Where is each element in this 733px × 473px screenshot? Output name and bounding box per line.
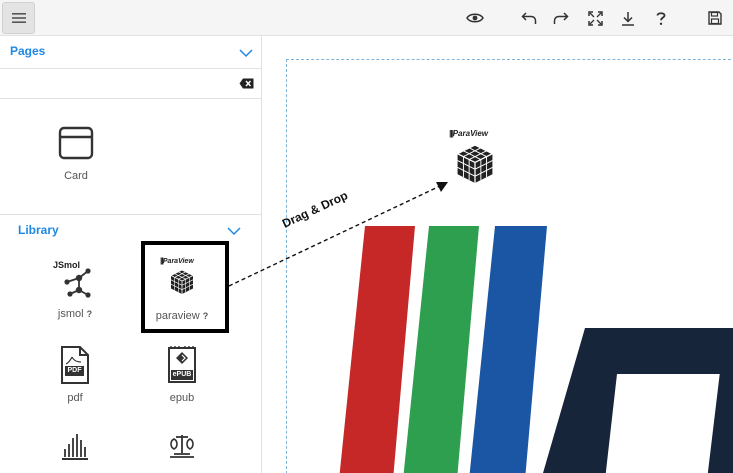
download-icon	[622, 11, 634, 26]
epub-file-icon	[168, 346, 196, 383]
help-icon	[656, 11, 666, 25]
undo-icon	[521, 12, 537, 24]
library-item-label: epub	[169, 392, 195, 404]
balance-icon	[170, 435, 194, 458]
drag-source-highlight	[141, 241, 229, 333]
block-search-field[interactable]	[0, 68, 261, 99]
paraview-logo-image	[339, 226, 733, 473]
library-item-label: jsmol	[57, 308, 84, 320]
pages-section-title: Pages	[10, 44, 46, 58]
save-icon	[708, 11, 722, 25]
library-item-balance[interactable]	[137, 433, 227, 461]
preview-button[interactable]	[466, 9, 484, 27]
library-item-label-row: jsmol ?	[30, 308, 120, 320]
menu-button[interactable]	[2, 2, 35, 34]
help-button[interactable]	[652, 9, 670, 27]
molecule-icon	[64, 268, 91, 298]
download-button[interactable]	[619, 9, 637, 27]
library-item-spectrum[interactable]	[30, 433, 120, 461]
clear-icon[interactable]	[239, 78, 254, 89]
library-section-title: Library	[18, 223, 59, 237]
spectrum-icon	[62, 434, 88, 460]
dropped-paraview-block[interactable]: |||ParaView	[449, 129, 509, 189]
pages-section-header[interactable]: Pages	[0, 36, 261, 66]
library-item-jsmol[interactable]: JSmol jsmol ?	[30, 260, 120, 320]
pdf-icon-text: PDF	[67, 367, 82, 374]
redo-icon	[553, 12, 569, 24]
menu-icon	[11, 13, 26, 23]
library-item-pdf[interactable]: PDF pdf	[30, 345, 120, 404]
dropped-logo-text: |||ParaView	[449, 129, 488, 138]
fullscreen-button[interactable]	[586, 9, 604, 27]
section-divider	[0, 214, 261, 215]
page-item-card[interactable]: Card	[46, 126, 106, 182]
fullscreen-icon	[587, 10, 603, 26]
library-item-label: pdf	[67, 392, 83, 404]
redo-button[interactable]	[552, 9, 570, 27]
pdf-file-icon	[61, 346, 89, 384]
paraview-cube-icon	[456, 144, 494, 183]
undo-button[interactable]	[520, 9, 538, 27]
save-button[interactable]	[706, 9, 724, 27]
chevron-down-icon[interactable]	[227, 226, 241, 236]
eye-icon	[466, 13, 484, 23]
library-item-epub[interactable]: ePUB epub	[137, 345, 227, 404]
editor-canvas[interactable]	[286, 59, 733, 473]
chevron-down-icon[interactable]	[239, 48, 253, 58]
card-icon	[58, 126, 94, 160]
help-icon[interactable]: ?	[87, 309, 93, 319]
app-window: Pages Card Library JSmol jsmol ? |||Para…	[0, 0, 733, 473]
page-item-label: Card	[64, 170, 88, 182]
top-toolbar	[0, 0, 733, 36]
epub-icon-text: ePUB	[172, 371, 192, 378]
